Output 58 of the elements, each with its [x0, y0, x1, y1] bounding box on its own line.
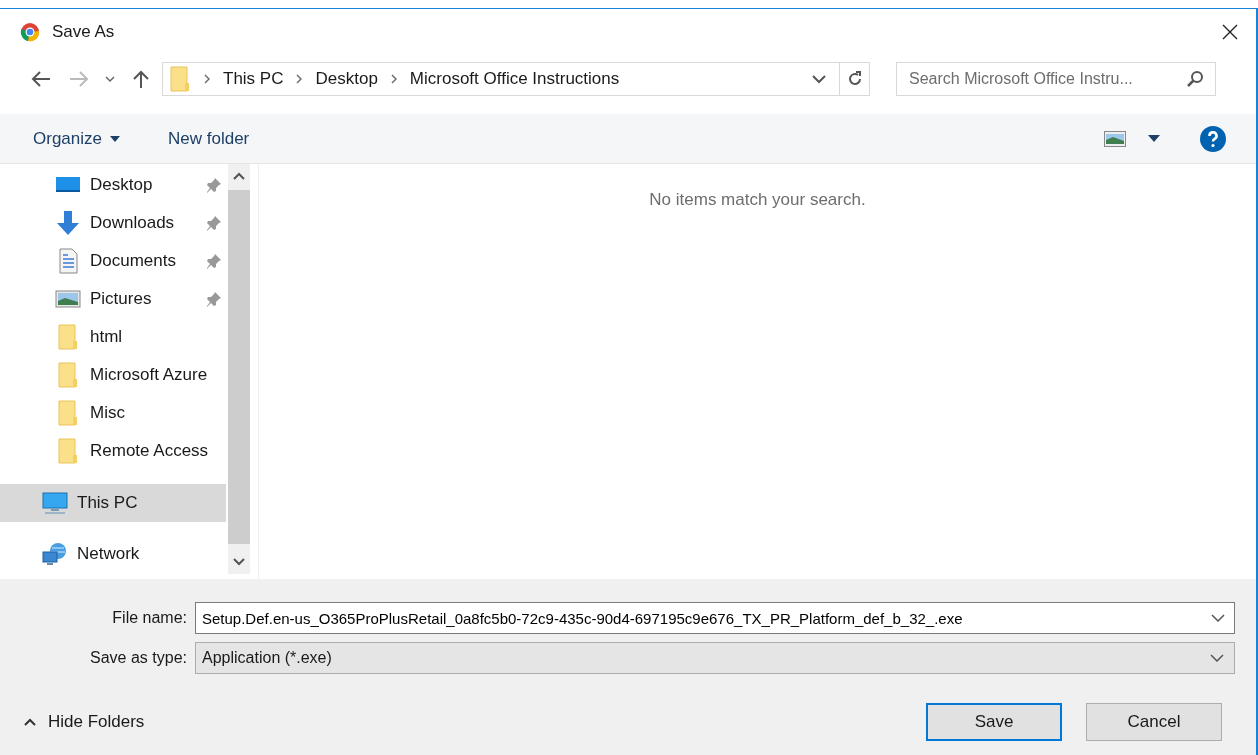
field-label: Save as type: — [89, 649, 188, 667]
dropdown-chevron-icon[interactable] — [811, 74, 827, 84]
up-arrow-icon — [131, 69, 151, 89]
dialog-button[interactable]: Save — [926, 703, 1062, 741]
breadcrumb-item[interactable]: Microsoft Office Instructions — [409, 69, 620, 89]
folder-icon — [169, 66, 191, 92]
chevron-icon — [389, 74, 398, 84]
file-name-field[interactable]: Setup.Def.en-us_O365ProPlusRetail_0a8fc5b0-72c9-435c-90d4-697195c9e676_TX_PR_Platform_def_b_32_.exe — [195, 602, 1235, 634]
sidebar-item[interactable]: Documents — [0, 242, 226, 280]
field-label: File name: — [111, 609, 188, 627]
folder-icon — [57, 324, 79, 350]
forward-arrow-icon — [68, 70, 90, 88]
close-button[interactable] — [1222, 24, 1238, 40]
sidebar-item[interactable]: Remote Access — [0, 432, 226, 470]
folder-icon — [57, 400, 79, 426]
search-icon — [1186, 70, 1204, 88]
breadcrumb-item[interactable]: This PC — [223, 69, 284, 89]
new-folder-button[interactable]: New folder — [168, 128, 250, 149]
sidebar-item[interactable]: Desktop — [0, 166, 226, 204]
sidebar-item[interactable]: Downloads — [0, 204, 226, 242]
folder-icon — [57, 438, 79, 464]
file-type-dropdown[interactable]: Application (*.exe) — [195, 642, 1235, 674]
chevron-icon — [203, 74, 211, 84]
dropdown-chevron-icon[interactable] — [1210, 654, 1224, 662]
browser-logo-icon — [20, 22, 40, 42]
help-icon[interactable] — [1200, 125, 1226, 152]
sidebar-item[interactable]: html — [0, 318, 226, 356]
dropdown-chevron-icon[interactable] — [1211, 614, 1225, 622]
organize-menu-button[interactable]: Organize — [33, 128, 120, 149]
scroll-down-icon[interactable] — [233, 558, 245, 566]
caret-icon[interactable] — [1148, 135, 1160, 142]
caret-icon — [110, 135, 120, 142]
chevron-down-icon — [105, 75, 115, 83]
chevron-icon — [295, 74, 304, 84]
search-field[interactable]: Search Microsoft Office Instru... — [896, 62, 1216, 96]
download-arrow-icon — [55, 210, 81, 236]
sidebar-item[interactable]: Microsoft Azure — [0, 356, 226, 394]
desktop-icon — [55, 175, 81, 195]
chevron-up-icon — [24, 718, 36, 726]
sidebar-item[interactable]: Pictures — [0, 280, 226, 318]
empty-message: No items match your search. — [649, 190, 866, 211]
back-arrow-icon — [30, 70, 52, 88]
window-title: Save As — [52, 22, 115, 42]
scrollbar[interactable] — [228, 164, 250, 574]
folder-icon — [57, 362, 79, 388]
view-options-icon[interactable] — [1104, 130, 1126, 147]
network-icon — [41, 542, 69, 566]
sidebar-item[interactable]: Network — [0, 535, 226, 573]
picture-icon — [55, 289, 81, 309]
sidebar-item[interactable]: This PC — [0, 484, 226, 522]
computer-icon — [41, 491, 69, 515]
scroll-up-icon[interactable] — [233, 172, 245, 180]
sidebar-item[interactable]: Misc — [0, 394, 226, 432]
dialog-button[interactable]: Cancel — [1086, 703, 1222, 741]
hide-folders-button[interactable]: Hide Folders — [24, 712, 145, 732]
address-bar[interactable]: This PC Desktop Microsoft Office Instructions — [162, 62, 870, 96]
document-icon — [57, 248, 79, 274]
breadcrumb-item[interactable]: Desktop — [315, 69, 378, 89]
